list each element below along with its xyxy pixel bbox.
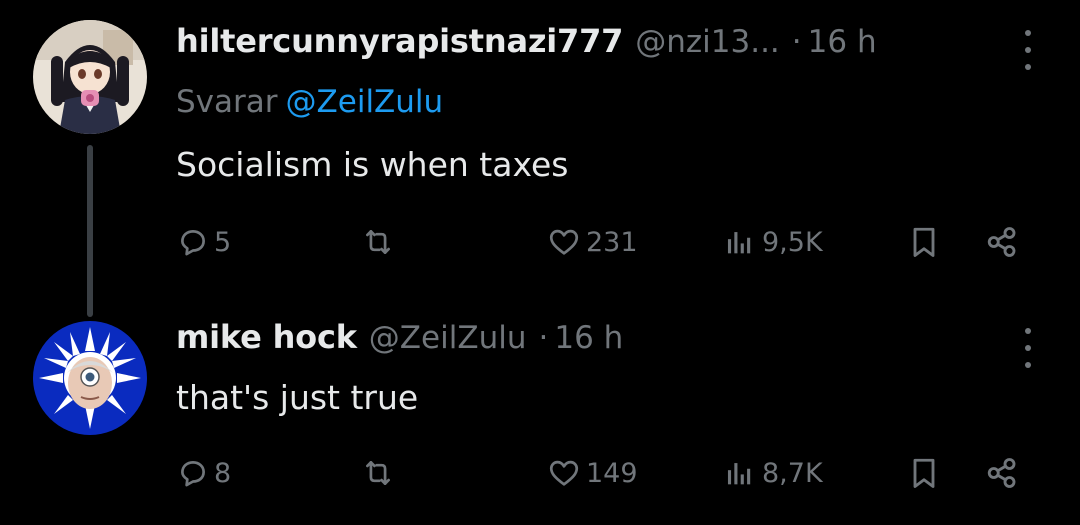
repost-arrows-icon bbox=[366, 461, 390, 485]
share-nodes-icon bbox=[987, 227, 1016, 257]
heart-icon bbox=[549, 460, 579, 486]
action-bar: 8 149 8,7K bbox=[176, 453, 1036, 493]
bar-chart-icon bbox=[727, 463, 751, 485]
separator-dot: · bbox=[791, 24, 802, 60]
repost-button[interactable] bbox=[360, 453, 396, 493]
timestamp[interactable]: 16 h bbox=[554, 320, 623, 356]
bookmark-button[interactable] bbox=[906, 222, 942, 262]
speech-bubble-icon bbox=[181, 230, 205, 256]
bar-chart-icon bbox=[727, 232, 751, 254]
view-count: 9,5K bbox=[762, 226, 823, 258]
user-handle[interactable]: @nzi13... bbox=[635, 24, 780, 60]
post-header: mike hock @ZeilZulu · 16 h bbox=[176, 318, 623, 364]
bookmark-icon bbox=[913, 227, 935, 257]
post-text: that's just true bbox=[176, 378, 419, 417]
view-count: 8,7K bbox=[762, 457, 823, 489]
thread-connector-line bbox=[87, 145, 93, 317]
reply-count: 5 bbox=[214, 226, 232, 258]
share-button[interactable] bbox=[984, 453, 1020, 493]
speech-bubble-icon bbox=[181, 461, 205, 487]
display-name[interactable]: hiltercunnyrapistnazi777 bbox=[176, 22, 623, 60]
share-button[interactable] bbox=[984, 222, 1020, 262]
reply-count: 8 bbox=[214, 457, 232, 489]
bookmark-icon bbox=[913, 458, 935, 488]
like-button[interactable]: 149 bbox=[546, 453, 638, 493]
repost-arrows-icon bbox=[366, 230, 390, 254]
repost-button[interactable] bbox=[360, 222, 396, 262]
replying-to: Svarar @ZeilZulu bbox=[176, 84, 443, 120]
like-count: 231 bbox=[586, 226, 638, 258]
more-vertical-icon[interactable] bbox=[1022, 30, 1034, 70]
reply-mention-link[interactable]: @ZeilZulu bbox=[286, 84, 444, 120]
reply-button[interactable]: 8 bbox=[176, 453, 231, 493]
like-button[interactable]: 231 bbox=[546, 222, 638, 262]
share-nodes-icon bbox=[987, 458, 1016, 488]
post-text: Socialism is when taxes bbox=[176, 145, 569, 184]
heart-icon bbox=[549, 229, 579, 255]
views-button[interactable]: 8,7K bbox=[722, 453, 823, 493]
action-bar: 5 231 9,5K bbox=[176, 222, 1036, 262]
post-2[interactable]: mike hock @ZeilZulu · 16 h that's just t… bbox=[0, 300, 1080, 525]
post-header: hiltercunnyrapistnazi777 @nzi13... · 16 … bbox=[176, 22, 877, 68]
flag-face-avatar-image bbox=[33, 321, 147, 435]
bookmark-button[interactable] bbox=[906, 453, 942, 493]
separator-dot: · bbox=[538, 320, 549, 356]
post-1[interactable]: hiltercunnyrapistnazi777 @nzi13... · 16 … bbox=[0, 0, 1080, 317]
like-count: 149 bbox=[586, 457, 638, 489]
timestamp[interactable]: 16 h bbox=[808, 24, 877, 60]
more-vertical-icon[interactable] bbox=[1022, 328, 1034, 368]
display-name[interactable]: mike hock bbox=[176, 318, 357, 356]
avatar[interactable] bbox=[33, 321, 147, 435]
avatar[interactable] bbox=[33, 20, 147, 134]
views-button[interactable]: 9,5K bbox=[722, 222, 823, 262]
anime-character-avatar-image bbox=[33, 20, 147, 134]
reply-button[interactable]: 5 bbox=[176, 222, 231, 262]
user-handle[interactable]: @ZeilZulu bbox=[369, 320, 527, 356]
reply-prefix: Svarar bbox=[176, 84, 278, 120]
